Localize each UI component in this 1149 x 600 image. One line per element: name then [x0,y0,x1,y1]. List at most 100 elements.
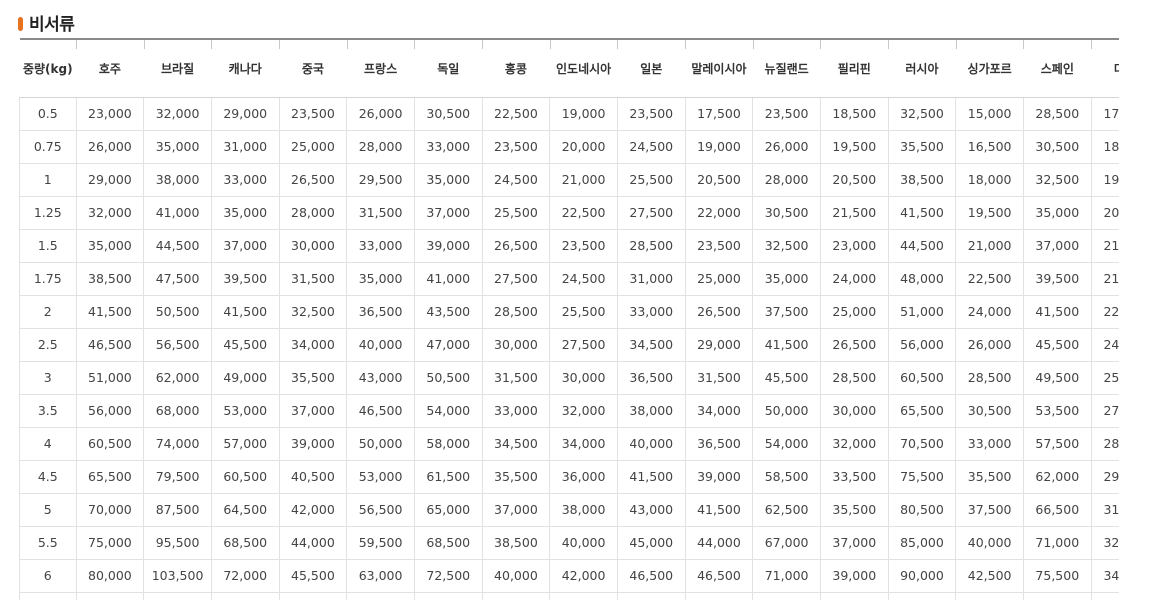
rate-cell: 31,000 [1090,493,1119,527]
rate-cell: 26,000 [955,328,1024,362]
weight-cell: 2 [19,295,77,329]
column-header-country: 캐나다 [211,38,280,98]
rate-cell: 35,000 [1022,196,1092,230]
rate-cell: 39,000 [413,229,483,263]
rate-cell: 71,000 [1022,526,1092,560]
rate-cell: 27,500 [549,328,618,362]
rate-cell: 75,000 [75,526,144,560]
rate-cell: 61,500 [413,460,483,494]
rate-table-container[interactable]: 중량(kg) 호주 브라질 캐나다 중국 프랑스 독일 홍콩 인도네시아 일본 말레이시아 뉴질랜드 필… [19,38,1119,600]
rate-cell: 23,000 [75,97,144,131]
rate-cell: 90,000 [887,559,956,593]
rate-cell: 54,000 [413,394,483,428]
rate-cell: 45,500 [752,361,821,395]
rate-cell: 38,500 [75,262,144,296]
rate-cell: 74,000 [143,427,212,461]
table-row: 5.5 75,000 95,500 68,500 44,000 59,500 68,500 3… [19,526,1119,560]
rate-cell: 23,500 [752,97,821,131]
rate-cell: 87,500 [143,493,212,527]
rate-cell: 35,500 [278,361,347,395]
rate-cell [413,592,483,600]
rate-cell [887,592,956,600]
rate-cell: 85,000 [887,526,956,560]
rate-cell: 19,500 [955,196,1024,230]
rate-cell: 59,500 [346,526,415,560]
weight-cell: 6 [19,559,77,593]
rate-cell: 80,000 [75,559,144,593]
rate-cell: 38,500 [887,163,956,197]
column-header-weight: 중량(kg) [19,38,77,98]
rate-cell: 48,000 [887,262,956,296]
table-row: 2.5 46,500 56,500 45,500 34,000 40,000 47,000 3… [19,328,1119,362]
rate-cell: 32,500 [887,97,956,131]
rate-cell: 75,500 [887,460,956,494]
rate-cell: 35,000 [210,196,280,230]
rate-cell: 51,000 [75,361,144,395]
rate-cell: 49,000 [210,361,280,395]
rate-cell: 40,000 [955,526,1024,560]
rate-cell [210,592,280,600]
weight-cell: 5.5 [19,526,77,560]
rate-cell: 41,000 [143,196,212,230]
rate-cell [1090,592,1119,600]
weight-cell: 1.75 [19,262,77,296]
rate-cell: 26,000 [346,97,415,131]
rate-cell: 23,500 [684,229,753,263]
rate-cell: 35,000 [143,130,212,164]
rate-cell: 65,500 [887,394,956,428]
rate-cell [481,592,550,600]
table-row: 1.25 32,000 41,000 35,000 28,000 31,500 37,000… [19,196,1119,230]
table-row [19,592,1119,600]
rate-cell: 36,500 [616,361,686,395]
rate-cell: 35,000 [346,262,415,296]
rate-cell: 22,500 [955,262,1024,296]
rate-cell: 37,000 [210,229,280,263]
rate-cell: 30,500 [1022,130,1092,164]
rate-cell: 65,000 [413,493,483,527]
column-header-country: 브라질 [143,38,212,98]
table-row: 2 41,500 50,500 41,500 32,500 36,500 43,500 28,… [19,295,1119,329]
rate-cell: 34,500 [481,427,550,461]
rate-cell: 43,000 [346,361,415,395]
rate-cell: 43,500 [413,295,483,329]
rate-cell: 35,500 [481,460,550,494]
rate-cell: 43,000 [616,493,686,527]
rate-cell: 24,000 [819,262,889,296]
rate-cell: 67,000 [752,526,821,560]
rate-cell: 22,000 [684,196,753,230]
rate-table: 중량(kg) 호주 브라질 캐나다 중국 프랑스 독일 홍콩 인도네시아 일본 말레이시아 뉴질랜드 필… [19,38,1119,600]
rate-cell: 54,000 [752,427,821,461]
rate-cell: 39,000 [819,559,889,593]
rate-cell: 24,500 [616,130,686,164]
rate-cell: 28,500 [1090,427,1119,461]
rate-cell: 46,500 [346,394,415,428]
rate-cell: 53,500 [1022,394,1092,428]
rate-cell: 16,500 [955,130,1024,164]
rate-cell: 37,500 [955,493,1024,527]
rate-cell [955,592,1024,600]
rate-cell: 35,500 [819,493,889,527]
rate-cell: 25,500 [1090,361,1119,395]
rate-cell: 31,500 [684,361,753,395]
rate-cell: 35,000 [75,229,144,263]
rate-cell: 20,000 [549,130,618,164]
rate-cell: 23,500 [278,97,347,131]
rate-cell: 28,500 [819,361,889,395]
rate-cell: 62,000 [143,361,212,395]
weight-cell: 2.5 [19,328,77,362]
rate-cell: 65,500 [75,460,144,494]
rate-cell: 24,500 [481,163,550,197]
rate-cell: 68,000 [143,394,212,428]
section-header: 비서류 [18,9,75,35]
rate-cell: 50,000 [346,427,415,461]
table-row: 3 51,000 62,000 49,000 35,500 43,000 50,500 31,… [19,361,1119,395]
rate-cell: 53,000 [346,460,415,494]
rate-cell: 37,000 [819,526,889,560]
rate-cell: 60,500 [887,361,956,395]
rate-cell: 34,000 [549,427,618,461]
rate-cell: 29,000 [684,328,753,362]
rate-cell: 36,500 [684,427,753,461]
rate-cell: 63,000 [346,559,415,593]
rate-cell: 35,500 [955,460,1024,494]
rate-cell: 23,500 [549,229,618,263]
